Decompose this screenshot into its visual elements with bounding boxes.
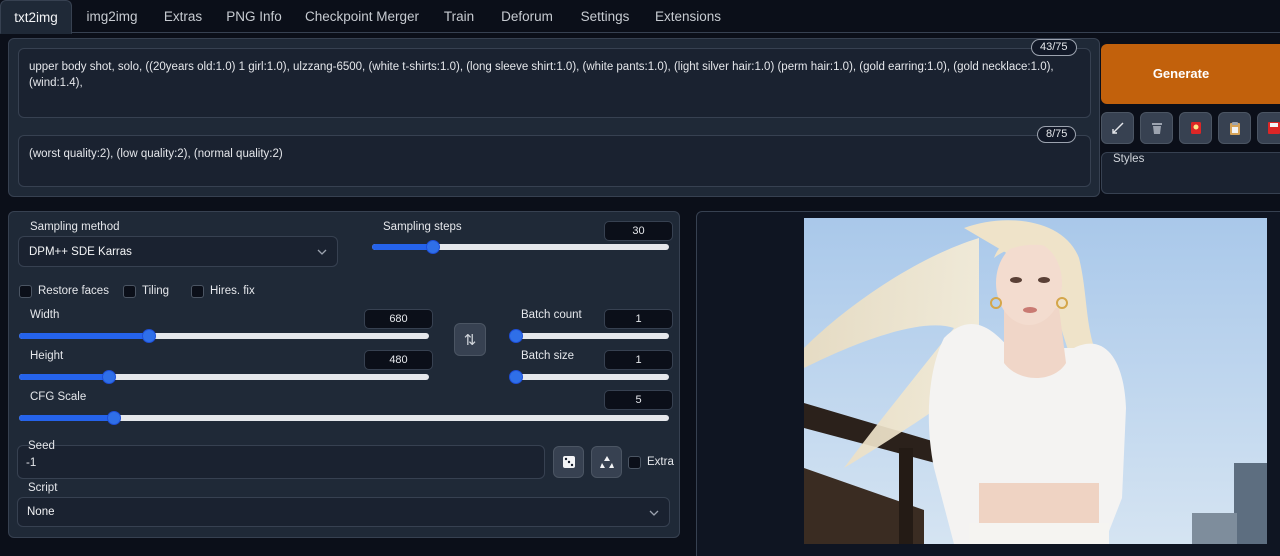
sampling-steps-thumb[interactable] [426,240,440,254]
batch-size-input[interactable]: 1 [604,350,673,370]
width-fill [19,333,149,339]
extra-networks-button[interactable] [1179,112,1212,144]
sampling-steps-label: Sampling steps [383,221,462,233]
hires-fix-checkbox[interactable] [191,285,204,298]
sampling-method-select[interactable]: DPM++ SDE Karras [18,236,338,267]
prompt-token-counter: 43/75 [1031,39,1077,56]
batch-size-slider[interactable] [509,370,669,384]
extra-seed-label: Extra [647,456,674,468]
swap-icon: ⇅ [463,331,477,349]
chevron-down-icon [649,510,659,516]
sampling-steps-input[interactable]: 30 [604,221,673,241]
tab-checkpoint-merger[interactable]: Checkpoint Merger [295,0,429,33]
seed-field[interactable]: Seed -1 [17,440,545,479]
height-fill [19,374,109,380]
height-thumb[interactable] [102,370,116,384]
tab-extensions[interactable]: Extensions [645,0,731,33]
prompt-input[interactable]: upper body shot, solo, ((20years old:1.0… [18,48,1091,118]
dice-icon [562,456,575,468]
extra-seed-checkbox[interactable] [628,456,641,469]
batch-count-slider[interactable] [509,329,669,343]
width-input[interactable]: 680 [364,309,433,329]
seed-label: Seed [28,440,55,452]
floppy-icon [1267,122,1280,134]
cfg-scale-slider[interactable] [19,411,669,425]
script-value: None [27,506,55,518]
cfg-scale-fill [19,415,114,421]
reuse-seed-button[interactable] [591,446,622,478]
batch-count-thumb[interactable] [509,329,523,343]
read-params-button[interactable] [1101,112,1134,144]
styles-dropdown[interactable]: Styles [1101,152,1280,194]
negative-prompt-input[interactable]: (worst quality:2), (low quality:2), (nor… [18,135,1091,187]
height-label: Height [30,350,64,362]
sampling-steps-slider[interactable] [372,240,669,254]
tab-png-info[interactable]: PNG Info [218,0,290,33]
hires-fix-label: Hires. fix [210,285,255,297]
cfg-scale-label: CFG Scale [30,391,87,403]
tab-settings[interactable]: Settings [570,0,640,33]
script-label: Script [28,482,58,494]
script-select[interactable]: None [17,497,670,527]
generated-image[interactable] [804,218,1267,544]
width-slider[interactable] [19,329,429,343]
trash-icon [1151,123,1162,134]
sampling-method-value: DPM++ SDE Karras [29,246,132,258]
batch-count-input[interactable]: 1 [604,309,673,329]
generate-button[interactable]: Generate [1101,44,1280,104]
chevron-down-icon [317,249,327,255]
negative-token-counter: 8/75 [1037,126,1077,143]
width-thumb[interactable] [142,329,156,343]
tab-deforum[interactable]: Deforum [490,0,564,33]
swap-dimensions-button[interactable]: ⇅ [454,323,486,356]
clear-prompt-button[interactable] [1140,112,1173,144]
generated-image-render [804,218,1267,544]
width-label: Width [30,309,60,321]
tab-bar: txt2img img2img Extras PNG Info Checkpoi… [0,0,1280,34]
height-input[interactable]: 480 [364,350,433,370]
card-icon [1190,122,1201,134]
cfg-scale-input[interactable]: 5 [604,390,673,410]
random-seed-button[interactable] [553,446,584,478]
arrow-icon [1111,122,1123,134]
batch-count-label: Batch count [521,309,582,321]
tiling-checkbox[interactable] [123,285,136,298]
batch-size-thumb[interactable] [509,370,523,384]
sampling-steps-fill [372,244,433,250]
styles-label: Styles [1113,153,1145,165]
tab-txt2img[interactable]: txt2img [0,0,72,34]
tab-img2img[interactable]: img2img [76,0,148,33]
clipboard-icon [1229,122,1240,135]
recycle-icon [599,456,614,468]
height-slider[interactable] [19,370,429,384]
restore-faces-label: Restore faces [38,285,109,297]
tab-train[interactable]: Train [434,0,484,33]
batch-size-label: Batch size [521,350,575,362]
sampling-method-label: Sampling method [30,221,120,233]
restore-faces-checkbox[interactable] [19,285,32,298]
cfg-scale-thumb[interactable] [107,411,121,425]
tiling-label: Tiling [142,285,170,297]
paste-style-button[interactable] [1218,112,1251,144]
tab-extras[interactable]: Extras [152,0,214,33]
save-style-button[interactable] [1257,112,1280,144]
seed-value: -1 [26,457,37,469]
